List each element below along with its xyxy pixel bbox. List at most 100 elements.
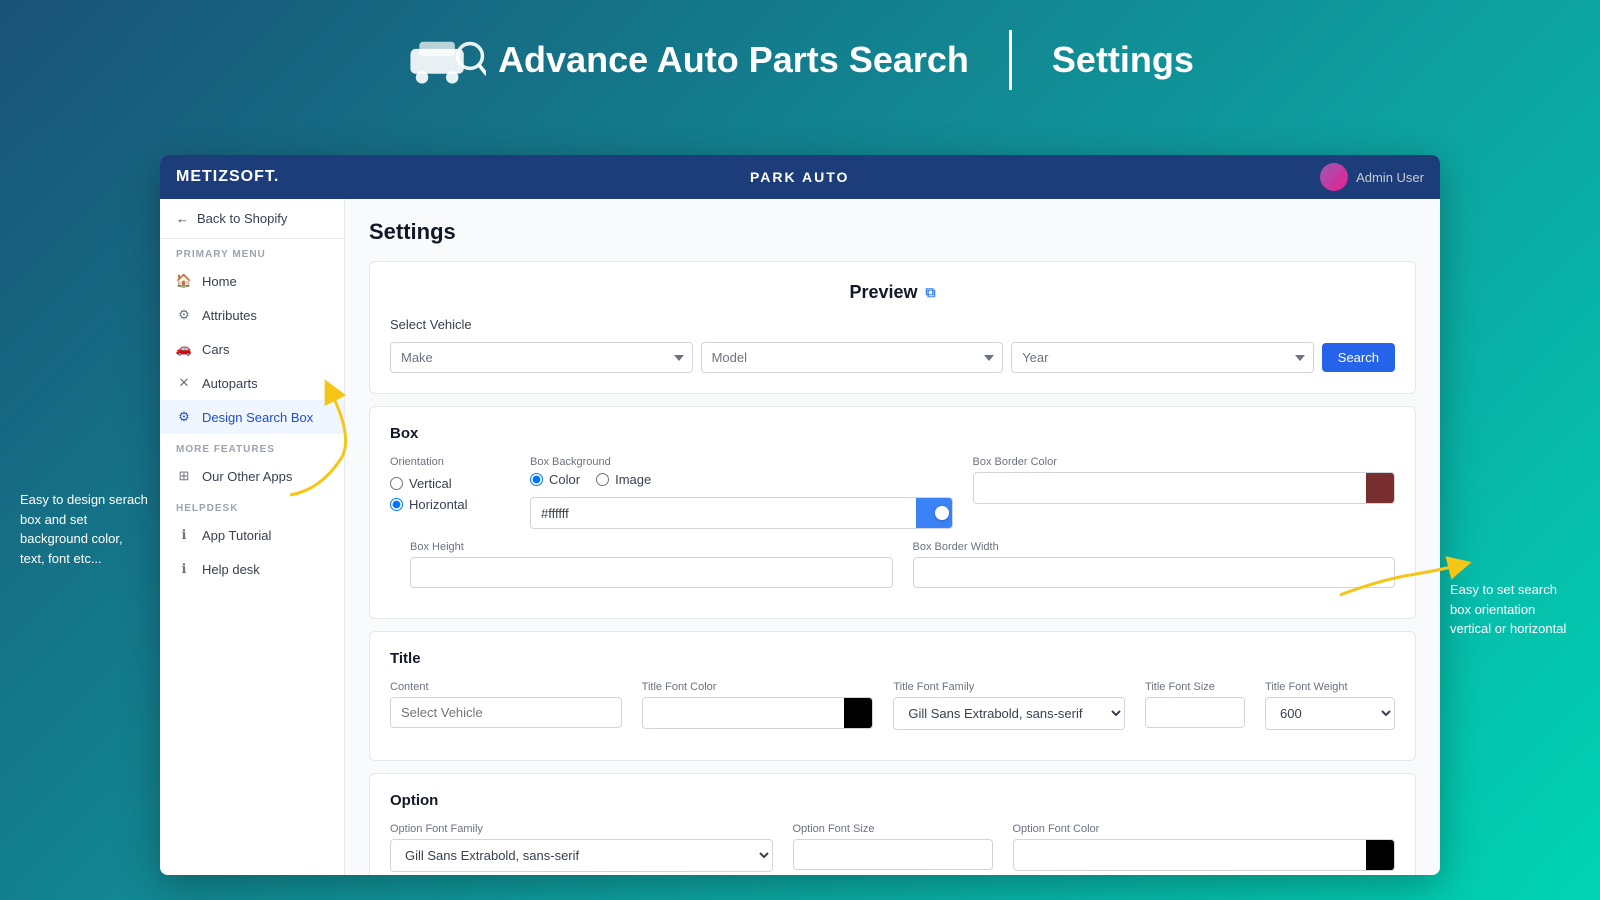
option-font-family-select[interactable]: Gill Sans Extrabold, sans-serif — [390, 839, 773, 872]
page-title: Settings — [369, 219, 1416, 245]
sidebar-item-design-search-box[interactable]: ⚙ Design Search Box — [160, 400, 344, 434]
toggle-knob — [935, 506, 949, 520]
back-to-shopify-link[interactable]: ← Back to Shopify — [160, 199, 344, 239]
title-font-size-group: Title Font Size 20 — [1145, 681, 1245, 728]
option-font-color-wrap: #000000 — [1013, 839, 1396, 871]
horizontal-radio[interactable] — [390, 498, 403, 511]
option-font-color-group: Option Font Color #000000 — [1013, 823, 1396, 871]
topbar-logo: METIZSOFT. — [176, 168, 279, 186]
more-features-label: MORE FEATURES — [160, 434, 344, 459]
select-vehicle-label: Select Vehicle — [390, 317, 1395, 332]
bg-image-radio[interactable] — [596, 473, 609, 486]
vertical-radio-label[interactable]: Vertical — [390, 476, 510, 491]
option-form-row: Option Font Family Gill Sans Extrabold, … — [390, 823, 1395, 872]
topbar: METIZSOFT. PARK AUTO Admin User — [160, 155, 1440, 199]
title-section: Title Content Title Font Color #000000 — [369, 631, 1416, 761]
option-font-size-input[interactable]: 14 — [793, 839, 993, 870]
sidebar-item-attributes[interactable]: ⚙ Attributes — [160, 298, 344, 332]
box-section-heading: Box — [390, 425, 1395, 442]
title-font-weight-select[interactable]: 600 — [1265, 697, 1395, 730]
box-border-width-input[interactable]: 0 — [913, 557, 1396, 588]
title-form-row: Content Title Font Color #000000 Title F… — [390, 681, 1395, 730]
attributes-icon: ⚙ — [176, 307, 192, 323]
box-border-width-label: Box Border Width — [913, 541, 1396, 553]
option-font-family-label: Option Font Family — [390, 823, 773, 835]
title-font-color-swatch[interactable] — [844, 698, 872, 728]
header-app-title: Advance Auto Parts Search — [498, 39, 969, 81]
bg-color-input-wrap: #ffffff — [530, 497, 953, 529]
box-border-color-input[interactable]: #782e2e — [974, 474, 1367, 503]
box-border-color-label: Box Border Color — [973, 456, 1396, 468]
sidebar-other-apps-label: Our Other Apps — [202, 469, 292, 484]
title-content-label: Content — [390, 681, 622, 693]
make-select[interactable]: Make — [390, 342, 693, 373]
sidebar-item-autoparts[interactable]: ✕ Autoparts — [160, 366, 344, 400]
callout-right: Easy to set search box orientation verti… — [1450, 580, 1580, 639]
title-font-weight-label: Title Font Weight — [1265, 681, 1395, 693]
box-border-color-swatch[interactable] — [1366, 473, 1394, 503]
cars-icon: 🚗 — [176, 341, 192, 357]
sidebar-item-other-apps[interactable]: ⊞ Our Other Apps — [160, 459, 344, 493]
box-form-row-1: Orientation Vertical Horizontal — [390, 456, 1395, 529]
header-logo-area: Advance Auto Parts Search — [406, 30, 969, 90]
sidebar-attributes-label: Attributes — [202, 308, 257, 323]
sidebar-home-label: Home — [202, 274, 237, 289]
help-desk-icon: ℹ — [176, 561, 192, 577]
option-font-color-input[interactable]: #000000 — [1014, 841, 1367, 870]
title-font-color-wrap: #000000 — [642, 697, 874, 729]
topbar-user-area: Admin User — [1320, 163, 1424, 191]
title-font-family-label: Title Font Family — [893, 681, 1125, 693]
title-font-color-label: Title Font Color — [642, 681, 874, 693]
box-height-input[interactable]: 80 — [410, 557, 893, 588]
bg-toggle[interactable] — [916, 498, 952, 528]
home-icon: 🏠 — [176, 273, 192, 289]
image-radio-label[interactable]: Image — [596, 472, 651, 487]
title-font-weight-group: Title Font Weight 600 — [1265, 681, 1395, 730]
year-select[interactable]: Year — [1011, 342, 1314, 373]
preview-card: Preview ⧉ Select Vehicle Make Model Year… — [369, 261, 1416, 394]
title-section-heading: Title — [390, 650, 1395, 667]
color-radio-label[interactable]: Color — [530, 472, 580, 487]
sidebar-item-help-desk[interactable]: ℹ Help desk — [160, 552, 344, 586]
box-form-row-2: Box Height 80 Box Border Width 0 — [390, 541, 1395, 588]
app-window: METIZSOFT. PARK AUTO Admin User ← Back t… — [160, 155, 1440, 875]
primary-menu-label: PRIMARY MENU — [160, 239, 344, 264]
orientation-group: Orientation Vertical Horizontal — [390, 456, 510, 512]
box-border-color-input-wrap: #782e2e — [973, 472, 1396, 504]
option-font-color-label: Option Font Color — [1013, 823, 1396, 835]
title-content-input[interactable] — [390, 697, 622, 728]
box-height-group: Box Height 80 — [410, 541, 893, 588]
other-apps-icon: ⊞ — [176, 468, 192, 484]
title-font-family-select[interactable]: Gill Sans Extrabold, sans-serif — [893, 697, 1125, 730]
header-divider — [1009, 30, 1012, 90]
sidebar-item-app-tutorial[interactable]: ℹ App Tutorial — [160, 518, 344, 552]
external-link-icon[interactable]: ⧉ — [926, 284, 936, 301]
content-area: ← Back to Shopify PRIMARY MENU 🏠 Home ⚙ … — [160, 199, 1440, 875]
sidebar-autoparts-label: Autoparts — [202, 376, 258, 391]
bg-color-radio[interactable] — [530, 473, 543, 486]
preview-search-button[interactable]: Search — [1322, 343, 1395, 372]
bg-color-text: Color — [549, 472, 580, 487]
title-font-color-input[interactable]: #000000 — [643, 699, 845, 728]
horizontal-radio-label[interactable]: Horizontal — [390, 497, 510, 512]
horizontal-radio-text: Horizontal — [409, 497, 468, 512]
vertical-radio[interactable] — [390, 477, 403, 490]
sidebar-cars-label: Cars — [202, 342, 229, 357]
sidebar-item-cars[interactable]: 🚗 Cars — [160, 332, 344, 366]
sidebar-app-tutorial-label: App Tutorial — [202, 528, 271, 543]
avatar — [1320, 163, 1348, 191]
main-content: Settings Preview ⧉ Select Vehicle Make M… — [345, 199, 1440, 875]
preview-title: Preview ⧉ — [390, 282, 1395, 303]
sidebar: ← Back to Shopify PRIMARY MENU 🏠 Home ⚙ … — [160, 199, 345, 875]
sidebar-design-search-box-label: Design Search Box — [202, 410, 313, 425]
option-font-family-group: Option Font Family Gill Sans Extrabold, … — [390, 823, 773, 872]
design-search-box-icon: ⚙ — [176, 409, 192, 425]
option-font-color-swatch[interactable] — [1366, 840, 1394, 870]
sidebar-item-home[interactable]: 🏠 Home — [160, 264, 344, 298]
model-select[interactable]: Model — [701, 342, 1004, 373]
orientation-label: Orientation — [390, 456, 510, 468]
box-height-label: Box Height — [410, 541, 893, 553]
topbar-username: Admin User — [1356, 170, 1424, 185]
title-font-size-input[interactable]: 20 — [1145, 697, 1245, 728]
box-border-color-group: Box Border Color #782e2e — [973, 456, 1396, 504]
